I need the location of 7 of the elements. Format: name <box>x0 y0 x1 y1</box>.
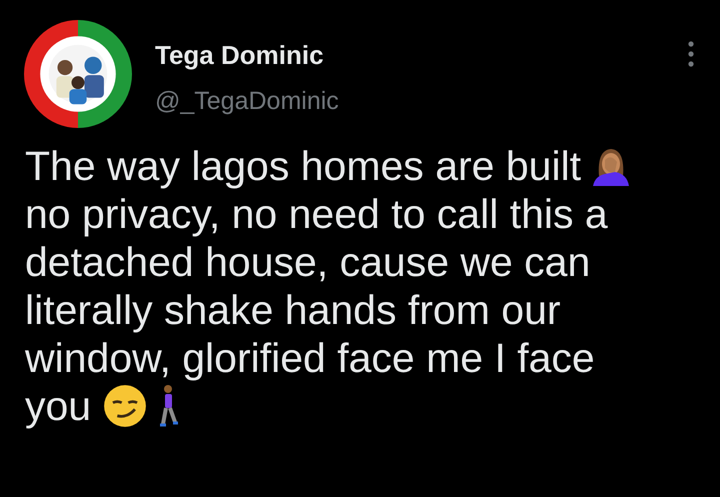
author-handle[interactable]: @_TegaDominic <box>155 86 339 116</box>
smirk-emoji-icon <box>103 384 148 428</box>
walking-person-icon <box>159 384 180 428</box>
more-options-icon[interactable] <box>688 41 694 67</box>
tweet-text: The way lagos homes are built no privacy, no need to call this a detached house, cause we can literally shake hands from our window, glorified face me I face you <box>0 128 720 430</box>
author-name[interactable]: Tega Dominic <box>155 40 339 70</box>
facepalm-emoji-icon <box>591 146 632 186</box>
